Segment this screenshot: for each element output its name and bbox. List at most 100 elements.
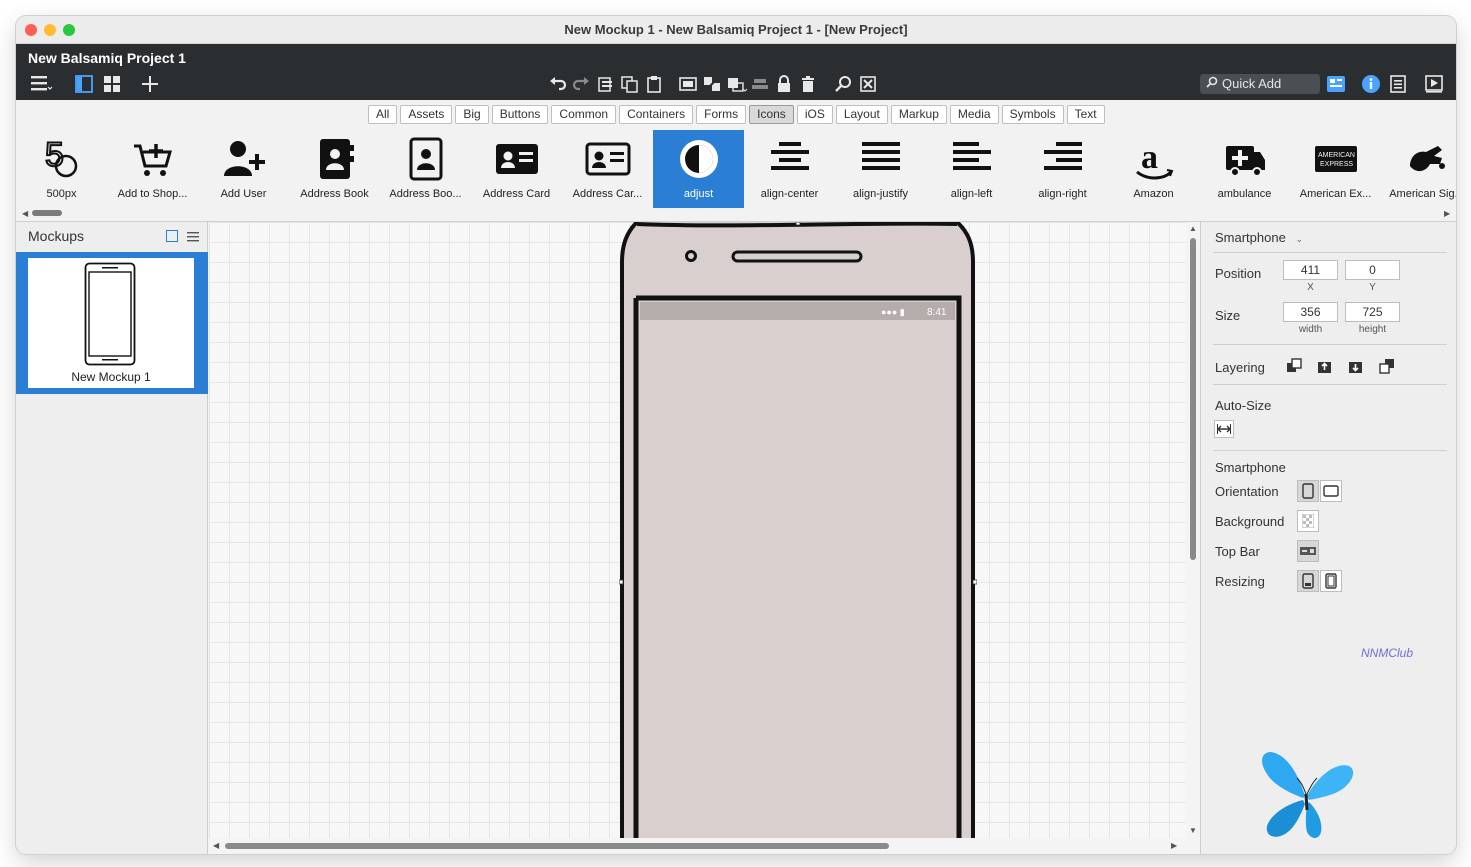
library-item-adjust[interactable]: adjust [653,130,744,208]
library-item-add-user[interactable]: Add User [198,130,289,208]
quick-add-input[interactable]: Quick Add [1200,74,1320,94]
layering-label: Layering [1215,360,1265,375]
bring-forward-icon[interactable] [1316,357,1334,375]
category-icons[interactable]: Icons [749,105,794,124]
clear-icon[interactable] [858,74,878,94]
send-to-back-icon[interactable] [1378,357,1396,375]
category-containers[interactable]: Containers [619,105,694,124]
bring-to-front-icon[interactable] [1285,357,1303,375]
category-all[interactable]: All [368,105,398,124]
american-express-icon: AMERICAN EXPRESS [1290,130,1381,188]
category-buttons[interactable]: Buttons [491,105,549,124]
cut-icon[interactable] [596,74,616,94]
resizing-fit-button[interactable] [1320,570,1342,592]
list-view-icon[interactable] [186,230,200,248]
scroll-up-arrow-icon[interactable]: ▲ [1189,224,1197,233]
canvas-horizontal-scrollbar[interactable]: ◀ ▶ [209,838,1186,854]
library-item-500px[interactable]: 5 500px [16,130,107,208]
search-replace-icon[interactable] [834,74,854,94]
library-item-address-book-outline[interactable]: Address Boo... [380,130,471,208]
add-user-icon [198,130,289,188]
scroll-right-arrow-icon[interactable]: ▶ [1444,209,1450,218]
resize-handle-left[interactable] [619,579,624,585]
category-common[interactable]: Common [551,105,617,124]
landscape-orientation-button[interactable] [1320,480,1342,502]
send-backward-icon[interactable] [1347,357,1365,375]
library-item-align-right[interactable]: align-right [1017,130,1108,208]
horizontal-scroll-thumb[interactable] [225,843,889,849]
category-markup[interactable]: Markup [890,105,947,124]
library-item-add-to-shopping-cart[interactable]: Add to Shop... [107,130,198,208]
hamburger-menu-icon[interactable] [28,74,54,94]
mockup-thumbnail[interactable]: New Mockup 1 [28,258,194,388]
info-icon[interactable] [1361,74,1381,94]
paste-icon[interactable] [644,74,664,94]
category-layout[interactable]: Layout [835,105,888,124]
notes-icon[interactable] [1388,74,1408,94]
category-media[interactable]: Media [949,105,999,124]
library-item-ambulance[interactable]: ambulance [1199,130,1290,208]
presentation-mode-icon[interactable] [1424,74,1444,94]
vertical-scroll-thumb[interactable] [1190,238,1196,560]
category-forms[interactable]: Forms [696,105,747,124]
ungroup-icon[interactable] [702,74,722,94]
scroll-right-icon[interactable]: ▶ [1171,841,1177,850]
category-symbols[interactable]: Symbols [1001,105,1064,124]
align-icon[interactable] [750,74,770,94]
library-item-amazon[interactable]: a Amazon [1108,130,1199,208]
library-item-american-express[interactable]: AMERICAN EXPRESS American Ex... [1290,130,1381,208]
align-center-icon [744,130,835,188]
mockup-thumbnail-selected[interactable]: New Mockup 1 [16,252,208,394]
scroll-left-icon[interactable]: ◀ [213,841,219,850]
undo-icon[interactable] [548,74,568,94]
width-input[interactable]: 356 [1283,302,1338,322]
category-assets[interactable]: Assets [400,105,453,124]
library-item-align-center[interactable]: align-center [744,130,835,208]
auto-size-button[interactable] [1214,420,1234,438]
toggle-panels-icon[interactable] [74,74,94,94]
position-y-input[interactable]: 0 [1345,260,1400,280]
category-big[interactable]: Big [455,105,489,124]
ui-library-strip: ◀ ▶ 5 500px Add to Shop... Add User Address … [16,130,1456,222]
add-mockup-icon[interactable] [140,74,160,94]
scroll-left-arrow-icon[interactable]: ◀ [22,209,28,218]
ui-library-icon[interactable] [1326,74,1346,94]
top-bar-toggle-button[interactable] [1297,540,1319,562]
copy-icon[interactable] [620,74,640,94]
library-item-align-justify[interactable]: align-justify [835,130,926,208]
library-item-address-card-outline[interactable]: Address Car... [562,130,653,208]
arrange-icon[interactable] [726,74,748,94]
library-item-align-left[interactable]: align-left [926,130,1017,208]
scroll-down-arrow-icon[interactable]: ▼ [1189,826,1197,835]
position-x-input[interactable]: 411 [1283,260,1338,280]
group-icon[interactable] [678,74,698,94]
top-bar-label: Top Bar [1215,544,1260,559]
mockups-panel: Mockups New Mockup 1 [16,222,208,854]
grid-view-icon[interactable] [102,74,122,94]
category-text[interactable]: Text [1066,105,1105,124]
background-picker-button[interactable] [1297,510,1319,532]
delete-icon[interactable] [798,74,818,94]
app-window: New Mockup 1 - New Balsamiq Project 1 - … [16,16,1456,854]
smartphone-control[interactable]: ●●● ▮ 8:41 [619,222,977,854]
mockup-canvas[interactable]: ●●● ▮ 8:41 [209,222,1186,854]
category-ios[interactable]: iOS [796,105,833,124]
height-input[interactable]: 725 [1345,302,1400,322]
status-icons: ●●● ▮ [881,307,905,317]
single-view-icon[interactable] [166,230,178,242]
resize-handle-top[interactable] [795,222,801,226]
lock-icon[interactable] [774,74,794,94]
control-type-dropdown[interactable]: Smartphone ⌄ [1215,230,1303,245]
portrait-orientation-button[interactable] [1297,480,1319,502]
address-book-outline-icon [380,130,471,188]
resize-handle-right[interactable] [972,579,977,585]
resizing-fixed-button[interactable] [1297,570,1319,592]
library-item-address-card[interactable]: Address Card [471,130,562,208]
divider [1213,450,1447,451]
redo-icon[interactable] [571,74,591,94]
library-item-address-book[interactable]: Address Book [289,130,380,208]
library-item-american-sign-language[interactable]: American Sig... [1381,130,1456,208]
library-scrollbar[interactable] [32,210,62,216]
canvas-vertical-scrollbar[interactable]: ▲ ▼ [1186,222,1200,854]
library-item-label: American Sig... [1389,188,1456,200]
